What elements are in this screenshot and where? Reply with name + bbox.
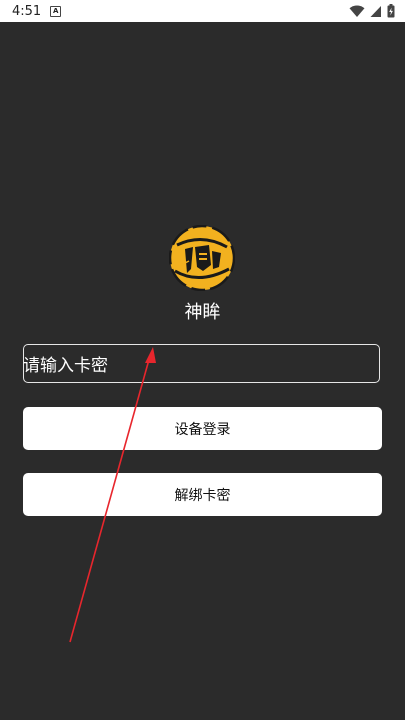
device-login-label: 设备登录	[174, 421, 231, 438]
device-login-button[interactable]: 设备登录	[23, 407, 382, 450]
unbind-card-button[interactable]: 解绑卡密	[23, 473, 382, 516]
card-key-input[interactable]: 请输入卡密	[23, 344, 380, 383]
status-time: 4:51	[12, 3, 42, 19]
battery-icon	[387, 4, 395, 18]
app-logo	[168, 224, 236, 292]
status-bar: 4:51 A	[0, 0, 405, 22]
card-key-placeholder: 请输入卡密	[23, 356, 108, 376]
unbind-card-label: 解绑卡密	[174, 487, 231, 504]
cellular-icon	[370, 5, 381, 17]
wifi-icon	[349, 5, 365, 17]
app-title: 神眸	[184, 302, 221, 323]
notification-a-icon: A	[50, 5, 62, 17]
